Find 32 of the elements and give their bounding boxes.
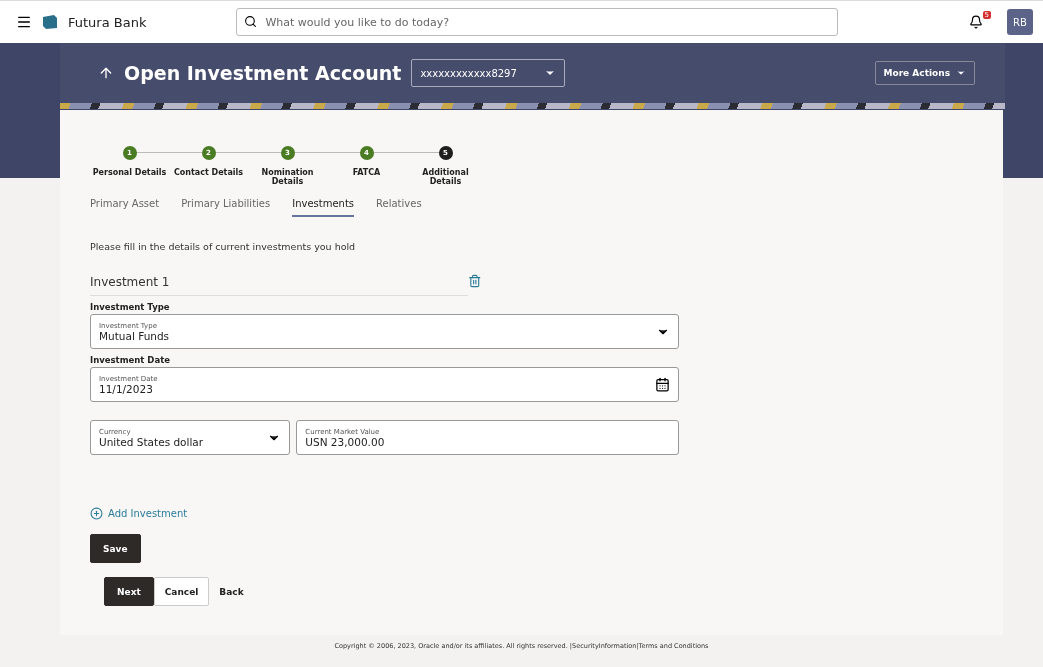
step-label: Contact Details (173, 168, 244, 177)
page-title: Open Investment Account (124, 62, 402, 84)
search-icon (244, 15, 258, 28)
notification-bell-icon[interactable] (969, 15, 983, 29)
add-circle-icon (90, 507, 103, 520)
search-field[interactable]: What would you like to do today? (236, 8, 839, 36)
action-button[interactable]: Next (104, 577, 154, 606)
step-label: Personal Details (92, 168, 167, 177)
investment-title: Investment 1 (90, 275, 469, 296)
tab[interactable]: Primary Asset (90, 194, 160, 217)
save-button[interactable]: Save (90, 534, 141, 563)
logo-icon (42, 15, 58, 29)
menu-icon[interactable] (16, 14, 32, 30)
tab[interactable]: Investments (292, 194, 355, 217)
instruction-text: Please fill in the details of current investments you hold (90, 241, 357, 252)
tab[interactable]: Relatives (376, 194, 422, 217)
user-avatar[interactable]: RB (1007, 9, 1033, 35)
tab[interactable]: Primary Liabilities (181, 194, 271, 217)
caret-icon (956, 68, 966, 78)
step-label: Additional Details (421, 168, 470, 186)
brand-name: Futura Bank (68, 14, 147, 30)
account-dropdown[interactable]: xxxxxxxxxxxx8297 (411, 59, 566, 87)
field-heading: Investment Type (90, 302, 171, 312)
field-heading: Investment Date (90, 355, 171, 365)
step-label: FATCA (352, 168, 381, 177)
action-button[interactable]: Cancel (153, 577, 210, 606)
delete-icon[interactable] (468, 274, 482, 288)
add-investment-link[interactable]: Add Investment (90, 507, 188, 520)
calendar-icon[interactable] (655, 377, 670, 392)
more-actions-button[interactable]: More Actions (874, 61, 975, 85)
step-label: Nomination Details (260, 168, 315, 186)
back-link[interactable]: Back (209, 577, 254, 606)
